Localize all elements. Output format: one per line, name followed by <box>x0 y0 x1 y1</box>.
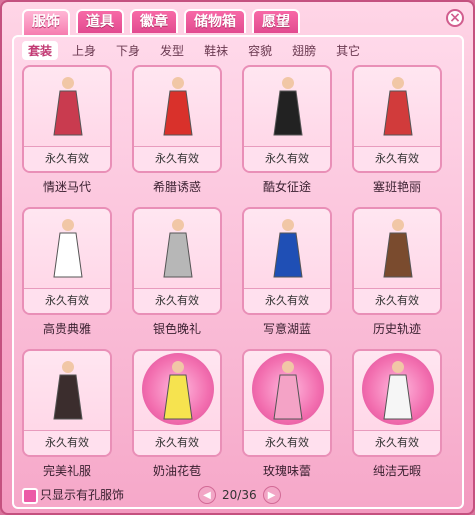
item-frame[interactable]: 永久有效 <box>132 207 222 315</box>
item-card[interactable]: 永久有效 完美礼服 <box>22 349 112 479</box>
item-card[interactable]: 永久有效 高贵典雅 <box>22 207 112 337</box>
dress-shape <box>163 90 193 136</box>
item-card[interactable]: 永久有效 历史轨迹 <box>352 207 442 337</box>
item-status: 永久有效 <box>134 288 220 313</box>
dress-shape <box>53 232 83 278</box>
dress-icon <box>383 77 413 136</box>
tab-storage[interactable]: 储物箱 <box>184 9 246 33</box>
pager: ◀ 20/36 ▶ <box>198 486 281 504</box>
item-frame[interactable]: 永久有效 <box>242 207 332 315</box>
dress-shape <box>383 232 413 278</box>
page-indicator: 20/36 <box>222 488 257 502</box>
item-name: 银色晚礼 <box>152 322 201 336</box>
item-status: 永久有效 <box>354 430 440 455</box>
dress-icon <box>53 361 83 420</box>
item-frame[interactable]: 永久有效 <box>242 65 332 173</box>
item-card[interactable]: 永久有效 希腊诱惑 <box>132 65 222 195</box>
subtab-shoes[interactable]: 鞋袜 <box>198 41 234 60</box>
dress-icon <box>163 77 193 136</box>
item-frame[interactable]: 永久有效 <box>352 65 442 173</box>
inventory-window: 服饰 道具 徽章 储物箱 愿望 × 套装 上身 下身 发型 鞋袜 容貌 翅膀 其… <box>0 0 475 515</box>
item-name: 写意湖蓝 <box>262 322 311 336</box>
item-name: 希腊诱惑 <box>152 180 201 194</box>
dress-shape <box>273 374 303 420</box>
item-status: 永久有效 <box>244 430 330 455</box>
filter-label: 只显示有孔服饰 <box>40 488 125 502</box>
dress-shape <box>273 232 303 278</box>
dress-icon <box>383 219 413 278</box>
item-name: 历史轨迹 <box>372 322 421 336</box>
item-frame[interactable]: 永久有效 <box>352 207 442 315</box>
item-name: 高贵典雅 <box>42 322 91 336</box>
tab-badges[interactable]: 徽章 <box>130 9 178 33</box>
subtab-bottom[interactable]: 下身 <box>110 41 146 60</box>
next-page-button[interactable]: ▶ <box>262 486 281 504</box>
subtab-hair[interactable]: 发型 <box>154 41 190 60</box>
tab-wish[interactable]: 愿望 <box>252 9 300 33</box>
dress-icon <box>273 219 303 278</box>
dress-shape <box>163 374 193 420</box>
item-status: 永久有效 <box>134 146 220 171</box>
dress-icon <box>273 77 303 136</box>
dress-icon <box>163 361 193 420</box>
item-name: 情迷马代 <box>42 180 91 194</box>
item-status: 永久有效 <box>24 430 110 455</box>
dress-shape <box>273 90 303 136</box>
item-name: 塞班艳丽 <box>372 180 421 194</box>
dress-icon <box>273 361 303 420</box>
item-status: 永久有效 <box>354 146 440 171</box>
dress-shape <box>53 374 83 420</box>
item-card[interactable]: 永久有效 情迷马代 <box>22 65 112 195</box>
item-frame[interactable]: 永久有效 <box>22 349 112 457</box>
dress-icon <box>163 219 193 278</box>
main-tabs: 服饰 道具 徽章 储物箱 愿望 <box>22 9 300 35</box>
item-card[interactable]: 永久有效 玫瑰味蕾 <box>242 349 332 479</box>
item-name: 酷女征途 <box>262 180 311 194</box>
item-status: 永久有效 <box>24 288 110 313</box>
item-name: 玫瑰味蕾 <box>262 464 311 478</box>
item-status: 永久有效 <box>24 146 110 171</box>
item-frame[interactable]: 永久有效 <box>22 207 112 315</box>
subtab-face[interactable]: 容貌 <box>242 41 278 60</box>
filter-checkbox[interactable] <box>22 488 38 504</box>
item-name: 奶油花苞 <box>152 464 201 478</box>
dress-shape <box>53 90 83 136</box>
tab-clothing[interactable]: 服饰 <box>22 9 70 35</box>
subtab-wings[interactable]: 翅膀 <box>286 41 322 60</box>
item-card[interactable]: 永久有效 纯洁无暇 <box>352 349 442 479</box>
dress-shape <box>383 374 413 420</box>
item-name: 纯洁无暇 <box>372 464 421 478</box>
footer-bar: 只显示有孔服饰 ◀ 20/36 ▶ <box>22 486 452 504</box>
subtab-top[interactable]: 上身 <box>66 41 102 60</box>
subtab-other[interactable]: 其它 <box>330 41 366 60</box>
item-frame[interactable]: 永久有效 <box>22 65 112 173</box>
subtab-outfit[interactable]: 套装 <box>22 41 59 60</box>
item-status: 永久有效 <box>244 288 330 313</box>
item-status: 永久有效 <box>244 146 330 171</box>
item-card[interactable]: 永久有效 塞班艳丽 <box>352 65 442 195</box>
prev-page-button[interactable]: ◀ <box>198 486 216 504</box>
item-frame[interactable]: 永久有效 <box>132 349 222 457</box>
item-frame[interactable]: 永久有效 <box>352 349 442 457</box>
item-card[interactable]: 永久有效 写意湖蓝 <box>242 207 332 337</box>
item-card[interactable]: 永久有效 酷女征途 <box>242 65 332 195</box>
item-frame[interactable]: 永久有效 <box>132 65 222 173</box>
item-frame[interactable]: 永久有效 <box>242 349 332 457</box>
dress-icon <box>53 77 83 136</box>
sub-tabs: 套装 上身 下身 发型 鞋袜 容貌 翅膀 其它 <box>22 41 366 60</box>
item-card[interactable]: 永久有效 银色晚礼 <box>132 207 222 337</box>
item-card[interactable]: 永久有效 奶油花苞 <box>132 349 222 479</box>
dress-shape <box>383 90 413 136</box>
item-status: 永久有效 <box>354 288 440 313</box>
tab-props[interactable]: 道具 <box>76 9 124 33</box>
dress-shape <box>163 232 193 278</box>
dress-icon <box>383 361 413 420</box>
item-status: 永久有效 <box>134 430 220 455</box>
item-name: 完美礼服 <box>42 464 91 478</box>
close-button[interactable]: × <box>446 9 464 27</box>
dress-icon <box>53 219 83 278</box>
